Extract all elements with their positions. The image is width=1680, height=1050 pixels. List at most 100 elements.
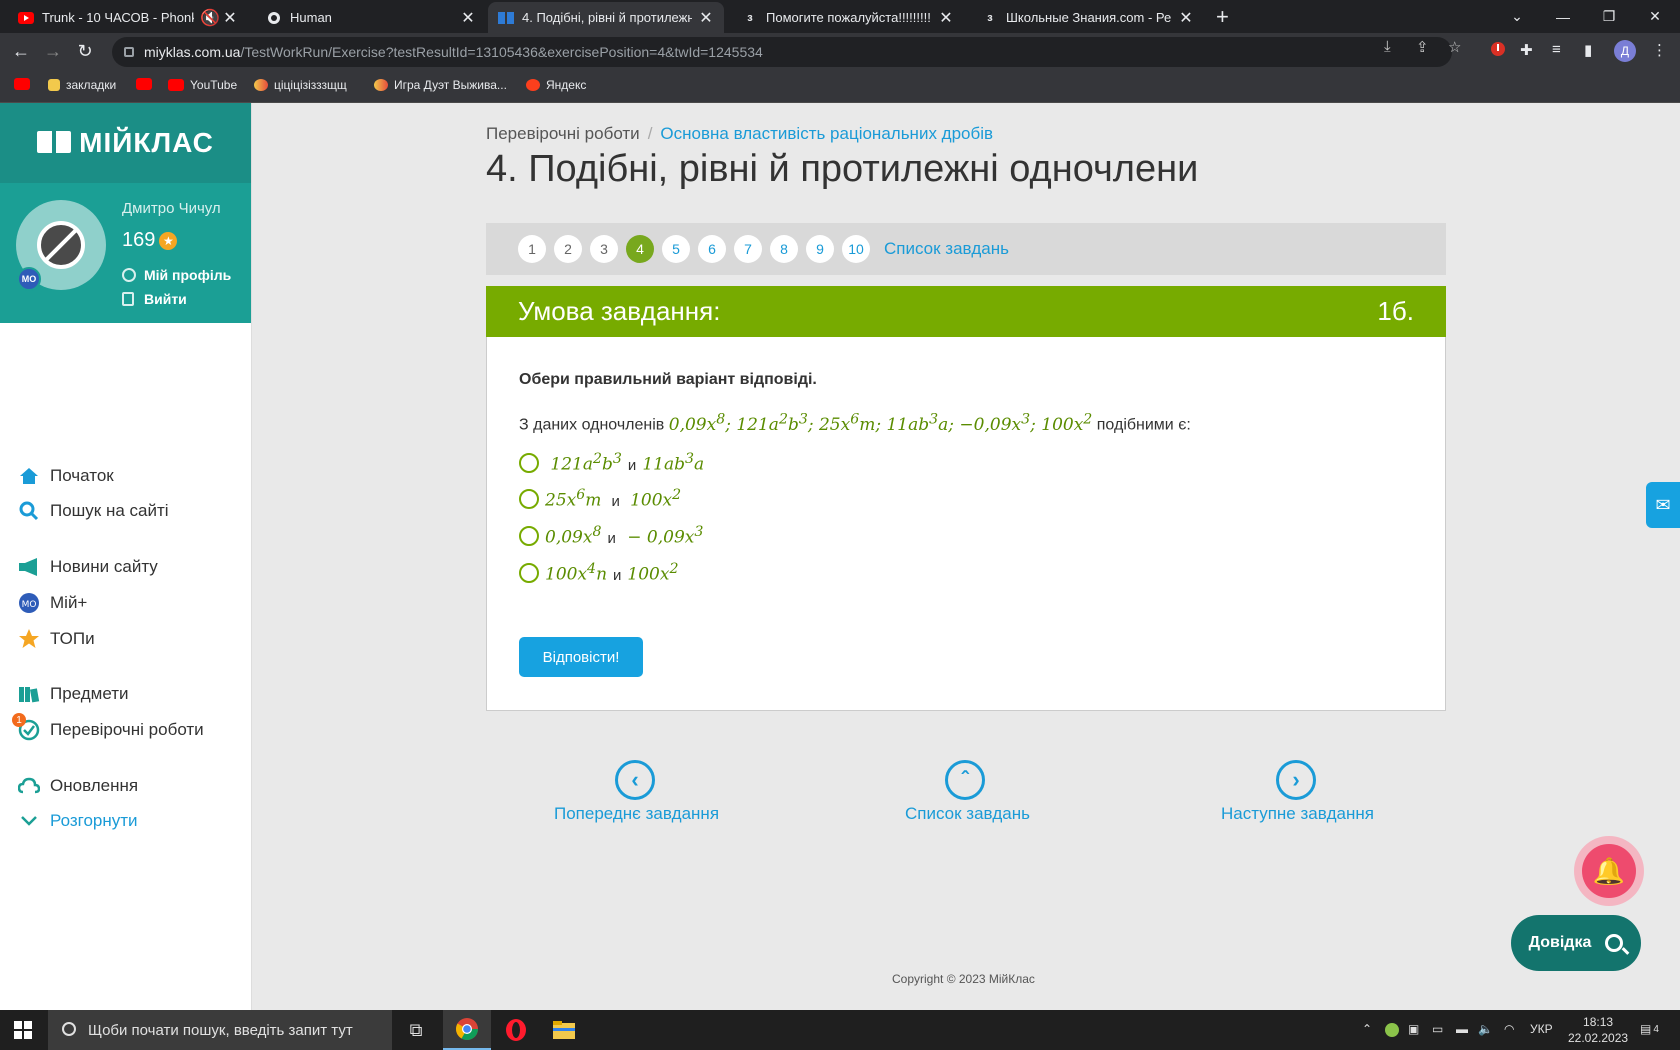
- notification-center[interactable]: ▤ 4: [1640, 1022, 1659, 1036]
- chevron-left-icon[interactable]: ‹: [615, 760, 655, 800]
- keyboard-language[interactable]: УКР: [1530, 1022, 1553, 1036]
- tray-wifi-icon[interactable]: ◠: [1504, 1022, 1514, 1036]
- taskbar-search-box[interactable]: Щоби почати пошук, введіть запит тут: [48, 1010, 392, 1050]
- svg-text:МО: МО: [22, 600, 37, 610]
- points-value: 169: [122, 229, 156, 251]
- breadcrumb-current-link[interactable]: Основна властивість раціональних дробів: [660, 124, 993, 143]
- back-icon[interactable]: ←: [10, 41, 32, 62]
- radio-button[interactable]: [519, 525, 539, 546]
- feedback-mail-icon[interactable]: ✉: [1646, 482, 1680, 528]
- sidebar-item-myplus[interactable]: МО Мій+: [18, 592, 87, 614]
- close-tab-icon[interactable]: ✕: [1178, 8, 1194, 28]
- taskbar-clock[interactable]: 18:13 22.02.2023: [1568, 1014, 1628, 1046]
- tray-app-icon[interactable]: [1384, 1022, 1400, 1041]
- radio-button[interactable]: [519, 452, 539, 473]
- sidebar-item-home[interactable]: Початок: [18, 465, 114, 487]
- answer-option-2[interactable]: 25x6m и 100x2: [519, 487, 681, 511]
- browser-tab-youtube[interactable]: Trunk - 10 ЧАСОВ - Phonk K 🔇 ✕: [8, 2, 248, 33]
- bookmark-game-2[interactable]: Игра Дуэт Выжива...: [374, 78, 507, 92]
- page-button-6[interactable]: 6: [698, 235, 726, 263]
- answer-option-4[interactable]: 100x4n и 100x2: [519, 561, 678, 585]
- browser-tab-miyklas[interactable]: 4. Подібні, рівні й протилежні о ✕: [488, 2, 724, 33]
- minimize-button[interactable]: —: [1540, 0, 1586, 33]
- chevron-up-icon[interactable]: ˆ: [945, 760, 985, 800]
- browser-tab-znanija-1[interactable]: з Помогите пожалуйста!!!!!!!!!!! - I ✕: [732, 2, 964, 33]
- browser-tab-human[interactable]: Human ✕: [256, 2, 486, 33]
- tray-meet-icon[interactable]: ▭: [1432, 1022, 1443, 1036]
- close-tab-icon[interactable]: ✕: [460, 8, 476, 28]
- sidebar-item-updates[interactable]: Оновлення: [18, 775, 138, 797]
- close-tab-icon[interactable]: ✕: [222, 8, 238, 28]
- close-tab-icon[interactable]: ✕: [698, 8, 714, 28]
- page-button-10[interactable]: 10: [842, 235, 870, 263]
- answer-option-3[interactable]: 0,09x8 и − 0,09x3: [519, 524, 703, 548]
- browser-profile-avatar[interactable]: Д: [1614, 40, 1636, 62]
- bookmark-game-1[interactable]: ціціцізізззщщ: [254, 78, 347, 92]
- task-list-link[interactable]: Список завдань: [884, 239, 1009, 259]
- star-icon: ★: [159, 231, 178, 250]
- task-list-bottom-link[interactable]: Список завдань: [905, 804, 1030, 824]
- extension-badge-icon[interactable]: [1490, 41, 1506, 61]
- side-panel-icon[interactable]: ▮: [1584, 41, 1592, 59]
- page-button-7[interactable]: 7: [734, 235, 762, 263]
- bookmark-label: Яндекс: [546, 78, 587, 92]
- tray-chevron-up-icon[interactable]: ⌃: [1362, 1022, 1372, 1036]
- page-button-9[interactable]: 9: [806, 235, 834, 263]
- sidebar-item-expand[interactable]: Розгорнути: [18, 810, 138, 832]
- bookmark-youtube-2[interactable]: [136, 78, 158, 90]
- page-button-2[interactable]: 2: [554, 235, 582, 263]
- extensions-puzzle-icon[interactable]: ✚: [1520, 41, 1533, 59]
- sidebar-item-subjects[interactable]: Предмети: [18, 683, 129, 705]
- next-task-link[interactable]: Наступне завдання: [1221, 804, 1374, 824]
- page-button-4-current[interactable]: 4: [626, 235, 654, 263]
- radio-button[interactable]: [519, 488, 539, 509]
- sidebar-item-news[interactable]: Новини сайту: [18, 556, 158, 578]
- close-tab-icon[interactable]: ✕: [938, 8, 954, 28]
- page-button-3[interactable]: 3: [590, 235, 618, 263]
- address-bar[interactable]: miyklas.com.ua/TestWorkRun/Exercise?test…: [112, 37, 1452, 67]
- page-button-5[interactable]: 5: [662, 235, 690, 263]
- sidebar-item-tests[interactable]: 1 Перевірочні роботи: [12, 713, 204, 741]
- help-button[interactable]: Довідка: [1511, 915, 1641, 971]
- bookmark-youtube-1[interactable]: [14, 78, 36, 90]
- monomials-formula: 0,09x8; 121a2b3; 25x6m; 11ab3a; −0,09x3;…: [668, 411, 1093, 435]
- install-icon[interactable]: ⤓: [1384, 38, 1391, 55]
- bookmark-yandex[interactable]: Яндекс: [526, 78, 586, 92]
- browser-tab-znanija-2[interactable]: з Школьные Знания.com - Решае ✕: [972, 2, 1204, 33]
- answer-option-1[interactable]: 121a2b3 и 11ab3a: [519, 451, 704, 475]
- chevron-right-icon[interactable]: ›: [1276, 760, 1316, 800]
- file-explorer-icon[interactable]: [540, 1010, 588, 1050]
- tab-search-icon[interactable]: ⌄: [1494, 0, 1540, 33]
- breadcrumb-root[interactable]: Перевірочні роботи: [486, 124, 640, 143]
- previous-task-link[interactable]: Попереднє завдання: [554, 804, 719, 824]
- chrome-taskbar-icon[interactable]: [443, 1010, 491, 1050]
- task-view-icon[interactable]: ⧉: [392, 1010, 440, 1050]
- radio-button[interactable]: [519, 562, 539, 583]
- close-window-button[interactable]: ✕: [1632, 0, 1678, 33]
- browser-menu-icon[interactable]: ⋮: [1652, 41, 1667, 59]
- site-logo[interactable]: МІЙКЛАС: [0, 103, 251, 183]
- sidebar-item-tops[interactable]: ТОПи: [18, 628, 95, 650]
- tray-battery-icon[interactable]: ▬: [1456, 1022, 1468, 1036]
- media-queue-icon[interactable]: ≡: [1552, 41, 1561, 58]
- restore-button[interactable]: ❐: [1586, 0, 1632, 33]
- submit-answer-button[interactable]: Відповісти!: [519, 637, 643, 677]
- logout-link[interactable]: Вийти: [122, 291, 187, 307]
- share-icon[interactable]: ⇪: [1416, 38, 1429, 56]
- forward-icon[interactable]: →: [42, 41, 64, 62]
- new-tab-button[interactable]: +: [1216, 4, 1229, 30]
- bookmark-youtube-3[interactable]: YouTube: [168, 78, 237, 92]
- windows-start-icon[interactable]: [14, 1021, 32, 1039]
- reload-icon[interactable]: ↻: [74, 41, 96, 62]
- notification-bell-button[interactable]: 🔔: [1574, 836, 1644, 906]
- tray-device-icon[interactable]: ▣: [1408, 1022, 1419, 1036]
- tray-volume-icon[interactable]: 🔈: [1478, 1022, 1493, 1036]
- speaker-muted-icon[interactable]: 🔇: [200, 8, 220, 28]
- page-button-8[interactable]: 8: [770, 235, 798, 263]
- opera-taskbar-icon[interactable]: [492, 1010, 540, 1050]
- my-profile-link[interactable]: Мій профіль: [122, 267, 231, 283]
- page-button-1[interactable]: 1: [518, 235, 546, 263]
- bookmark-folder[interactable]: закладки: [48, 78, 116, 92]
- bookmark-star-icon[interactable]: ☆: [1448, 38, 1461, 56]
- sidebar-item-search[interactable]: Пошук на сайті: [18, 500, 169, 522]
